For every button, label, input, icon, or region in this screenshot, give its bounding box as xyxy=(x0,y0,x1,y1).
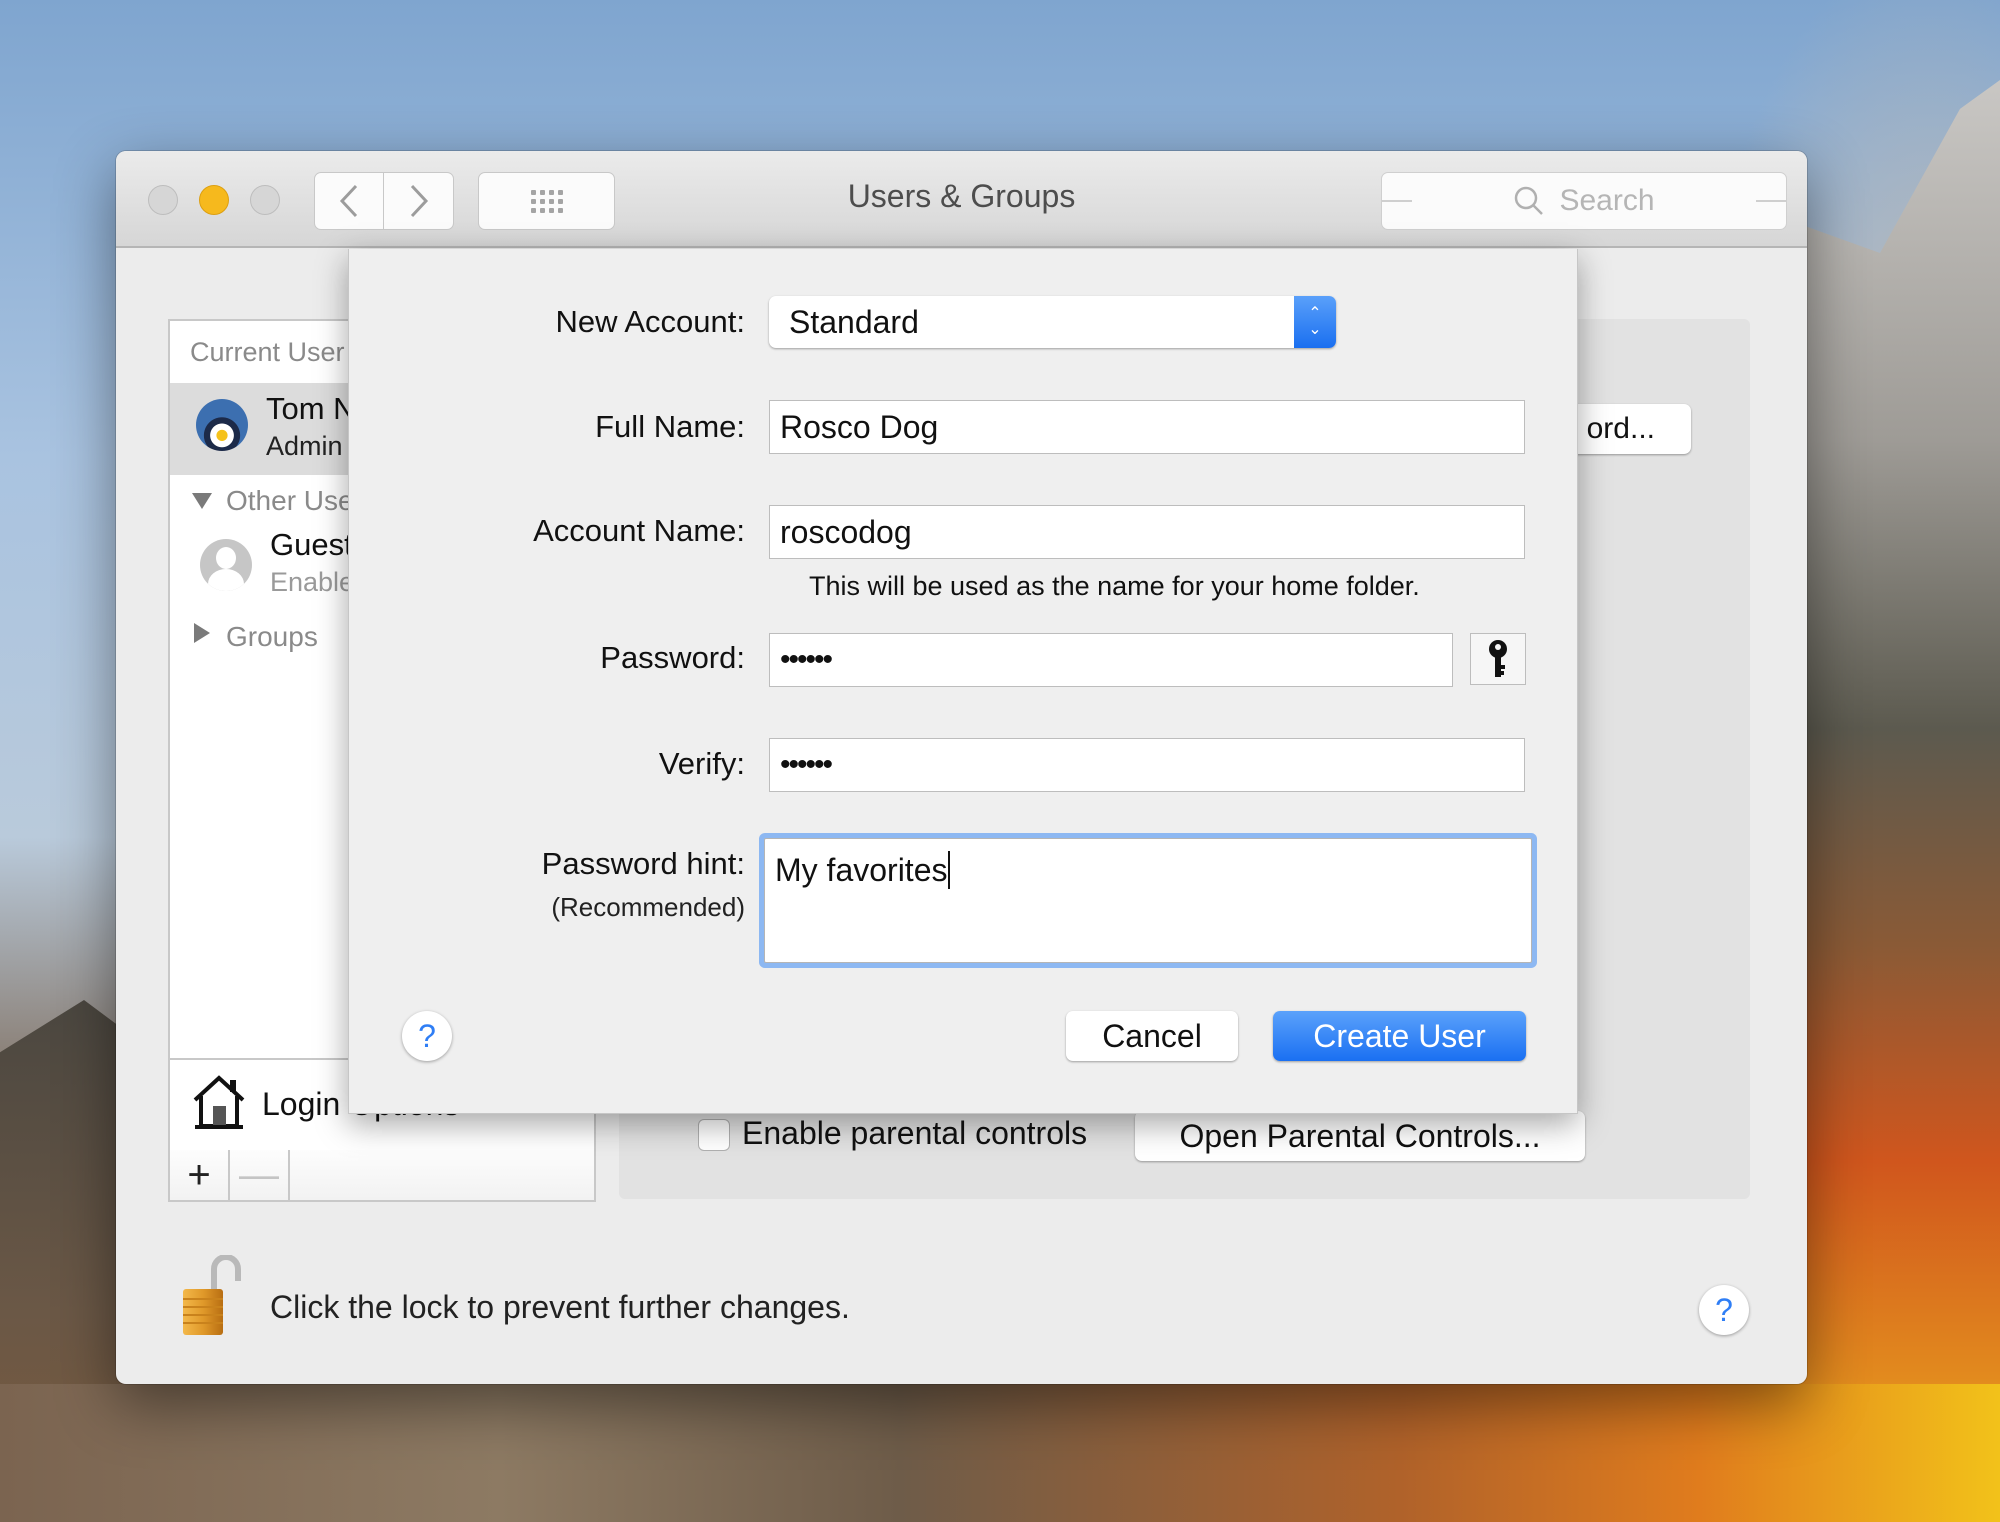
search-field[interactable]: Search xyxy=(1381,172,1787,230)
disclosure-open-icon[interactable] xyxy=(192,493,212,509)
wallpaper-ground xyxy=(0,1384,2000,1522)
search-placeholder: Search xyxy=(1559,184,1655,217)
verify-value: •••••• xyxy=(780,748,833,781)
password-assistant-button[interactable] xyxy=(1470,633,1526,685)
new-account-sheet: New Account: Standard ⌃ ⌄ Full Name: Rosc… xyxy=(348,249,1578,1114)
popup-chevrons-icon: ⌃ ⌄ xyxy=(1294,296,1336,348)
password-value: •••••• xyxy=(780,643,833,676)
search-icon xyxy=(1515,186,1544,215)
current-user-name: Tom N xyxy=(266,391,356,426)
list-toolbar: + — xyxy=(168,1150,596,1202)
add-user-button[interactable]: + xyxy=(170,1150,230,1200)
verify-field[interactable]: •••••• xyxy=(769,738,1525,792)
unlocked-lock-icon[interactable] xyxy=(180,1255,244,1337)
account-name-field[interactable]: roscodog xyxy=(769,505,1525,559)
password-label: Password: xyxy=(600,640,745,675)
account-type-popup[interactable]: Standard ⌃ ⌄ xyxy=(769,296,1336,348)
password-hint-field[interactable]: My favorites xyxy=(764,838,1532,963)
groups-item[interactable]: Groups xyxy=(226,621,318,653)
account-type-value: Standard xyxy=(789,303,919,340)
remove-user-button[interactable]: — xyxy=(230,1150,290,1200)
sheet-help-button[interactable]: ? xyxy=(402,1011,452,1061)
full-name-label: Full Name: xyxy=(595,409,745,444)
help-button[interactable]: ? xyxy=(1699,1285,1749,1335)
enable-parental-controls-label[interactable]: Enable parental controls xyxy=(742,1115,1087,1152)
text-caret xyxy=(948,851,951,889)
disclosure-closed-icon[interactable] xyxy=(194,623,210,643)
verify-label: Verify: xyxy=(658,746,745,781)
account-name-note: This will be used as the name for your h… xyxy=(809,571,1420,601)
full-name-value: Rosco Dog xyxy=(780,408,939,445)
password-hint-sublabel: (Recommended) xyxy=(551,892,745,922)
account-name-value: roscodog xyxy=(780,513,912,550)
full-name-field[interactable]: Rosco Dog xyxy=(769,400,1525,454)
create-user-button[interactable]: Create User xyxy=(1273,1011,1526,1061)
cancel-button[interactable]: Cancel xyxy=(1066,1011,1238,1061)
wallpaper-right xyxy=(1800,80,2000,1522)
password-field[interactable]: •••••• xyxy=(769,633,1453,687)
account-name-label: Account Name: xyxy=(533,513,745,548)
guest-avatar xyxy=(200,539,252,591)
password-hint-label: Password hint: xyxy=(541,846,745,881)
password-hint-value: My favorites xyxy=(775,852,948,888)
open-parental-controls-button[interactable]: Open Parental Controls... xyxy=(1135,1111,1585,1161)
house-icon xyxy=(193,1075,245,1129)
titlebar: Users & Groups Search xyxy=(116,151,1807,248)
lock-status-text: Click the lock to prevent further change… xyxy=(270,1289,850,1325)
current-user-header: Current User xyxy=(190,337,345,367)
current-user-role: Admin xyxy=(266,431,343,461)
key-icon xyxy=(1489,640,1507,677)
enable-parental-controls-checkbox[interactable] xyxy=(698,1119,730,1151)
user-avatar xyxy=(196,399,248,451)
new-account-label: New Account: xyxy=(555,304,745,339)
